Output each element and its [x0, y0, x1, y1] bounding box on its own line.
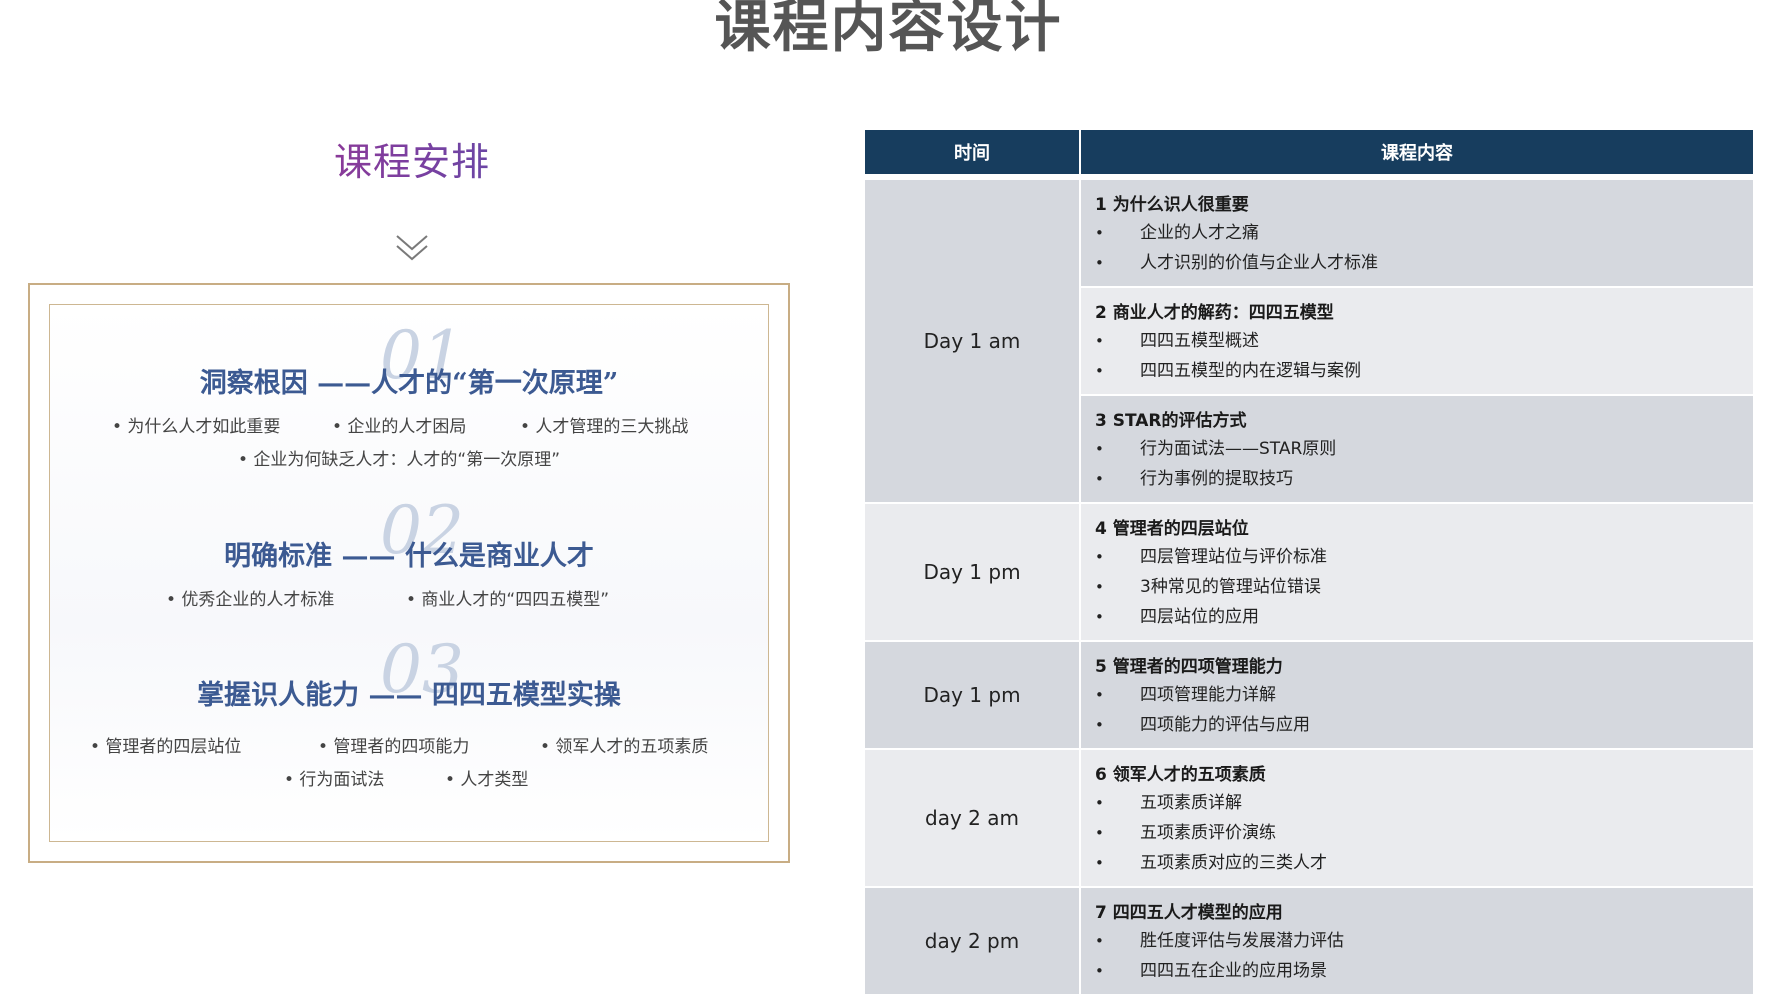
- section-title: 明确标准 —— 什么是商业人才: [224, 541, 594, 572]
- topic-item: 3种常见的管理站位错误: [1095, 572, 1739, 602]
- time-cell: Day 1 am: [865, 177, 1081, 504]
- topic-item: 四四五模型概述: [1095, 326, 1739, 356]
- topic-item: 四项管理能力详解: [1095, 680, 1739, 710]
- time-cell: Day 1 pm: [865, 641, 1081, 750]
- topic-title: 3 STAR的评估方式: [1095, 411, 1247, 431]
- double-chevron-down-icon: [396, 235, 428, 261]
- topic-title: 6 领军人才的五项素质: [1095, 765, 1266, 785]
- topic-title: 7 四四五人才模型的应用: [1095, 903, 1283, 923]
- course-schedule-heading: 课程安排: [28, 138, 796, 186]
- bullet-item: • 企业为何缺乏人才：人才的“第一次原理”: [238, 450, 561, 470]
- topic-item: 五项素质对应的三类人才: [1095, 848, 1739, 878]
- bullet-item: • 管理者的四项能力: [318, 737, 470, 757]
- topic-title: 2 商业人才的解药：四四五模型: [1095, 303, 1334, 323]
- topic-item: 人才识别的价值与企业人才标准: [1095, 248, 1739, 278]
- table-row: day 2 am 6 领军人才的五项素质 五项素质详解 五项素质评价演练 五项素…: [865, 749, 1753, 888]
- content-cell: 2 商业人才的解药：四四五模型 四四五模型概述 四四五模型的内在逻辑与案例: [1080, 287, 1753, 396]
- topic-item: 四四五模型的内在逻辑与案例: [1095, 356, 1739, 386]
- topic-item: 四四五在企业的应用场景: [1095, 956, 1739, 986]
- topic-item: 企业的人才之痛: [1095, 218, 1739, 248]
- topic-item: 五项素质详解: [1095, 788, 1739, 818]
- table-row: Day 1 am 1 为什么识人很重要 企业的人才之痛 人才识别的价值与企业人才…: [865, 177, 1753, 504]
- page-title: 课程内容设计: [714, 0, 1063, 60]
- bullet-item: • 行为面试法: [284, 770, 385, 790]
- topic-item: 四项能力的评估与应用: [1095, 710, 1739, 740]
- table-row: Day 1 pm 4 管理者的四层站位 四层管理站位与评价标准 3种常见的管理站…: [865, 503, 1753, 642]
- table-row: Day 1 pm 5 管理者的四项管理能力 四项管理能力详解 四项能力的评估与应…: [865, 641, 1753, 750]
- topic-item: 胜任度评估与发展潜力评估: [1095, 926, 1739, 956]
- topic-item: 行为事例的提取技巧: [1095, 464, 1739, 494]
- topic-item: 四层站位的应用: [1095, 602, 1739, 632]
- bullet-item: • 为什么人才如此重要: [112, 417, 281, 437]
- column-header-content: 课程内容: [1080, 130, 1753, 180]
- topic-item: 四层管理站位与评价标准: [1095, 542, 1739, 572]
- content-cell: 7 四四五人才模型的应用 胜任度评估与发展潜力评估 四四五在企业的应用场景: [1080, 887, 1753, 996]
- content-cell: 4 管理者的四层站位 四层管理站位与评价标准 3种常见的管理站位错误 四层站位的…: [1080, 503, 1753, 642]
- column-header-time: 时间: [865, 130, 1081, 180]
- bullet-item: • 人才类型: [445, 770, 529, 790]
- bullet-item: • 领军人才的五项素质: [540, 737, 709, 757]
- content-cell: 1 为什么识人很重要 企业的人才之痛 人才识别的价值与企业人才标准: [1080, 177, 1753, 288]
- table-row: day 2 pm 7 四四五人才模型的应用 胜任度评估与发展潜力评估 四四五在企…: [865, 887, 1753, 996]
- bullet-item: • 企业的人才困局: [332, 417, 467, 437]
- schedule-card-inner: 01 洞察根因 ——人才的“第一次原理” • 为什么人才如此重要 • 企业的人才…: [49, 304, 769, 842]
- time-cell: Day 1 pm: [865, 503, 1081, 642]
- section-title: 掌握识人能力 —— 四四五模型实操: [197, 680, 621, 711]
- bullet-item: • 优秀企业的人才标准: [166, 590, 335, 610]
- content-cell: 6 领军人才的五项素质 五项素质详解 五项素质评价演练 五项素质对应的三类人才: [1080, 749, 1753, 888]
- bullet-item: • 商业人才的“四四五模型”: [406, 590, 610, 610]
- topic-title: 4 管理者的四层站位: [1095, 519, 1249, 539]
- table-header-row: 时间 课程内容: [865, 130, 1753, 180]
- topic-title: 5 管理者的四项管理能力: [1095, 657, 1283, 677]
- topic-item: 五项素质评价演练: [1095, 818, 1739, 848]
- section-3: 03 掌握识人能力 —— 四四五模型实操 • 管理者的四层站位 • 管理者的四项…: [50, 637, 768, 797]
- bullet-item: • 人才管理的三大挑战: [520, 417, 689, 437]
- time-cell: day 2 am: [865, 749, 1081, 888]
- topic-item: 行为面试法——STAR原则: [1095, 434, 1739, 464]
- bullet-item: • 管理者的四层站位: [90, 737, 242, 757]
- section-1: 01 洞察根因 ——人才的“第一次原理” • 为什么人才如此重要 • 企业的人才…: [50, 323, 768, 483]
- content-cell: 5 管理者的四项管理能力 四项管理能力详解 四项能力的评估与应用: [1080, 641, 1753, 750]
- course-content-table: 时间 课程内容 Day 1 am 1 为什么识人很重要 企业的人才之痛 人才识别…: [865, 130, 1753, 996]
- schedule-card: 01 洞察根因 ——人才的“第一次原理” • 为什么人才如此重要 • 企业的人才…: [28, 283, 790, 863]
- content-cell: 3 STAR的评估方式 行为面试法——STAR原则 行为事例的提取技巧: [1080, 395, 1753, 504]
- time-cell: day 2 pm: [865, 887, 1081, 996]
- section-title: 洞察根因 ——人才的“第一次原理”: [199, 368, 619, 399]
- section-2: 02 明确标准 —— 什么是商业人才 • 优秀企业的人才标准 • 商业人才的“四…: [50, 498, 768, 611]
- topic-title: 1 为什么识人很重要: [1095, 195, 1249, 215]
